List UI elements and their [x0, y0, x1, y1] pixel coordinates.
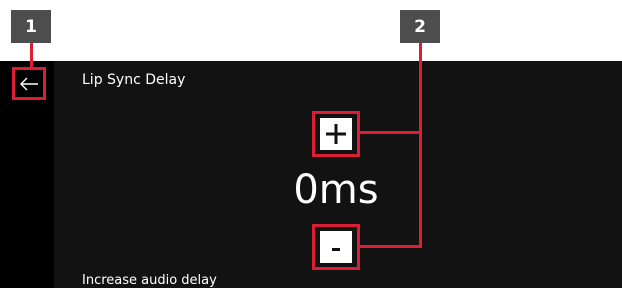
callout-line-1	[30, 43, 33, 68]
callout-line-2-to-plus	[358, 131, 422, 134]
minus-icon	[320, 231, 352, 263]
hint-text: Increase audio delay	[82, 273, 217, 288]
annotated-screenshot: 1 2 Lip Sync Delay 0ms Increase audio de…	[0, 0, 622, 288]
page-title: Lip Sync Delay	[82, 72, 186, 88]
arrow-left-icon	[18, 73, 40, 95]
annotation-badge-2: 2	[400, 10, 440, 43]
decrease-delay-button[interactable]	[312, 224, 360, 270]
callout-line-2-to-minus	[358, 245, 422, 248]
delay-value: 0ms	[293, 167, 379, 213]
back-button[interactable]	[12, 67, 46, 100]
callout-line-2-vertical	[419, 43, 422, 248]
plus-icon	[320, 118, 352, 150]
annotation-badge-1: 1	[11, 10, 51, 43]
increase-delay-button[interactable]	[312, 111, 360, 157]
